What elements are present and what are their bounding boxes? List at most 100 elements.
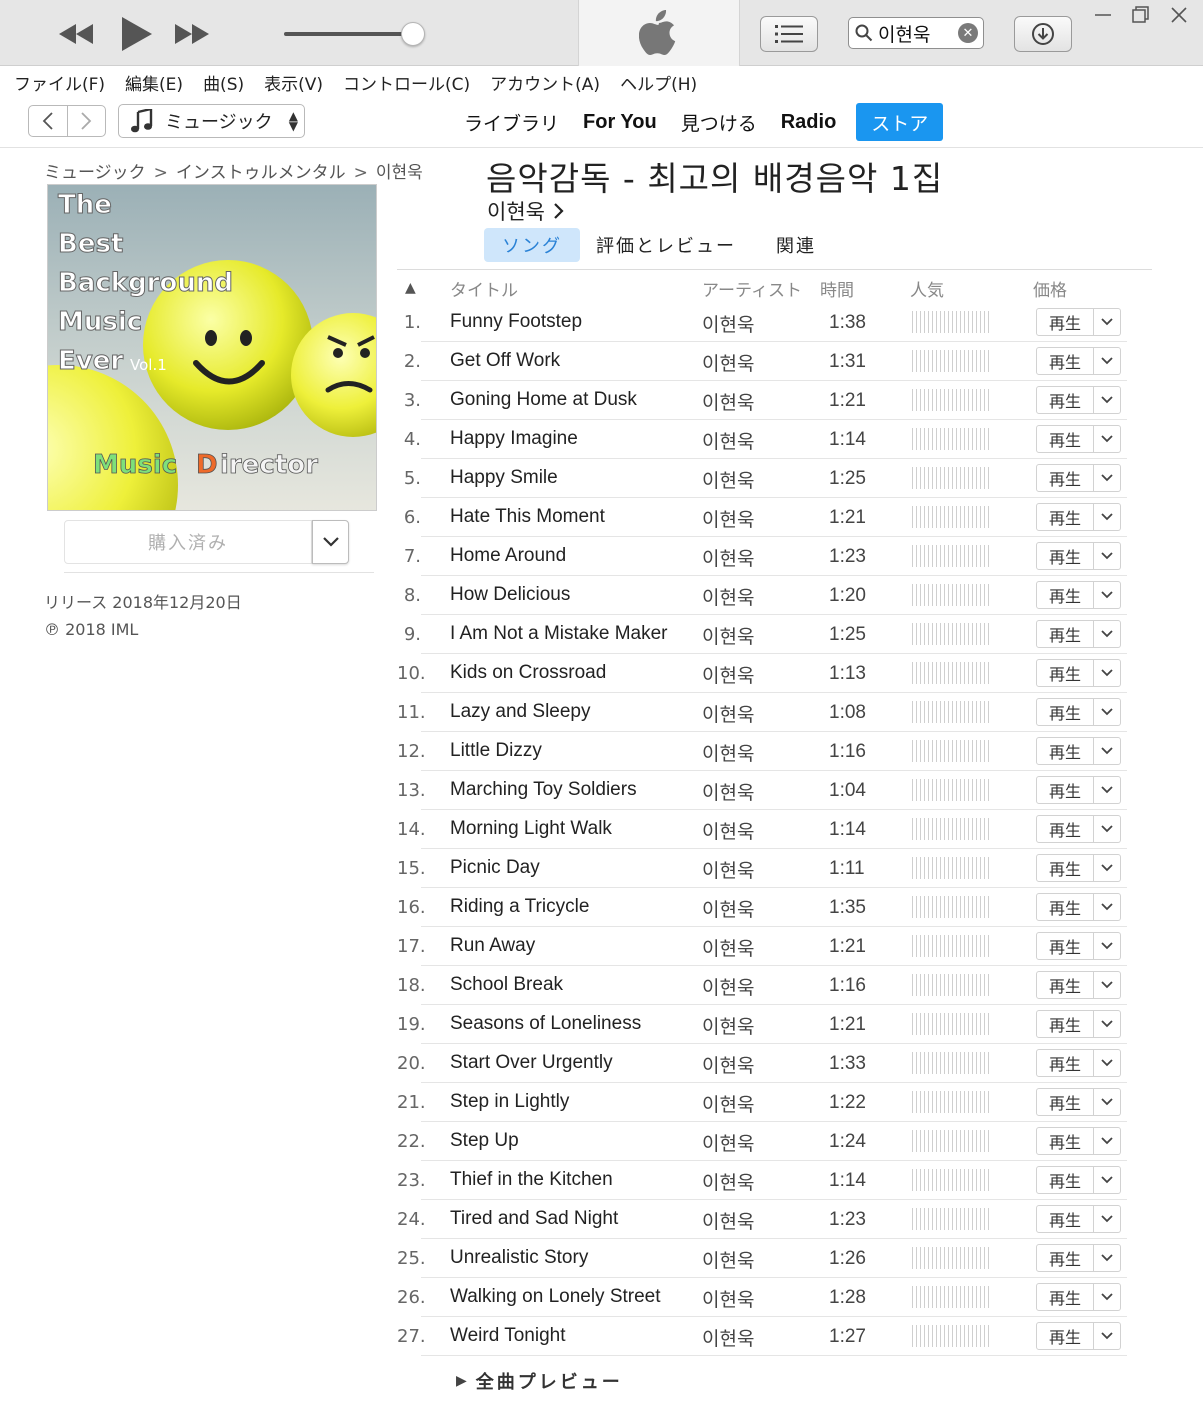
fast-forward-button[interactable] — [174, 20, 210, 48]
play-preview-button[interactable]: 再生 — [1036, 854, 1094, 882]
play-preview-button[interactable]: 再生 — [1036, 1244, 1094, 1272]
sort-indicator[interactable]: ▲ — [405, 280, 416, 296]
track-artist[interactable]: 이현욱 — [702, 1051, 754, 1078]
table-row[interactable]: 8. How Delicious 이현욱 1:20 再生 — [397, 576, 1127, 615]
track-options-button[interactable] — [1094, 815, 1121, 843]
track-options-button[interactable] — [1094, 503, 1121, 531]
play-preview-button[interactable]: 再生 — [1036, 815, 1094, 843]
track-artist[interactable]: 이현욱 — [702, 1168, 754, 1195]
track-options-button[interactable] — [1094, 932, 1121, 960]
column-artist[interactable]: アーティスト — [702, 276, 802, 301]
maximize-button[interactable] — [1126, 3, 1156, 27]
table-row[interactable]: 11. Lazy and Sleepy 이현욱 1:08 再生 — [397, 693, 1127, 732]
track-artist[interactable]: 이현욱 — [702, 583, 754, 610]
track-options-button[interactable] — [1094, 1205, 1121, 1233]
table-row[interactable]: 7. Home Around 이현욱 1:23 再生 — [397, 537, 1127, 576]
table-row[interactable]: 22. Step Up 이현욱 1:24 再生 — [397, 1122, 1127, 1161]
track-title[interactable]: Funny Footstep — [450, 311, 582, 333]
track-options-button[interactable] — [1094, 347, 1121, 375]
forward-button[interactable] — [68, 106, 106, 136]
album-artwork[interactable]: The Best Background Music Ever Vol.1 Mus… — [47, 184, 377, 511]
artist-link[interactable]: 이현욱 — [487, 196, 565, 226]
play-preview-button[interactable]: 再生 — [1036, 1283, 1094, 1311]
table-row[interactable]: 3. Goning Home at Dusk 이현욱 1:21 再生 — [397, 381, 1127, 420]
track-title[interactable]: Start Over Urgently — [450, 1052, 613, 1074]
track-title[interactable]: How Delicious — [450, 584, 570, 606]
breadcrumb-music[interactable]: ミュージック — [44, 163, 146, 183]
play-preview-button[interactable]: 再生 — [1036, 698, 1094, 726]
track-title[interactable]: Marching Toy Soldiers — [450, 779, 637, 801]
table-row[interactable]: 16. Riding a Tricycle 이현욱 1:35 再生 — [397, 888, 1127, 927]
table-row[interactable]: 6. Hate This Moment 이현욱 1:21 再生 — [397, 498, 1127, 537]
track-options-button[interactable] — [1094, 581, 1121, 609]
track-title[interactable]: I Am Not a Mistake Maker — [450, 623, 668, 645]
play-preview-button[interactable]: 再生 — [1036, 659, 1094, 687]
volume-knob[interactable] — [400, 22, 425, 46]
play-preview-button[interactable]: 再生 — [1036, 308, 1094, 336]
play-preview-button[interactable]: 再生 — [1036, 542, 1094, 570]
table-row[interactable]: 13. Marching Toy Soldiers 이현욱 1:04 再生 — [397, 771, 1127, 810]
tab-related[interactable]: 関連 — [776, 232, 836, 258]
track-title[interactable]: Weird Tonight — [450, 1325, 565, 1347]
play-preview-button[interactable]: 再生 — [1036, 737, 1094, 765]
track-title[interactable]: Step Up — [450, 1130, 519, 1152]
preview-all-button[interactable]: ▶ 全曲プレビュー — [456, 1368, 623, 1394]
clear-search-icon[interactable]: ✕ — [958, 23, 978, 43]
close-window-button[interactable] — [1164, 3, 1194, 27]
play-preview-button[interactable]: 再生 — [1036, 347, 1094, 375]
menu-view[interactable]: 表示(V) — [264, 70, 323, 95]
tab-store[interactable]: ストア — [856, 103, 944, 141]
track-artist[interactable]: 이현욱 — [702, 817, 754, 844]
track-artist[interactable]: 이현욱 — [702, 973, 754, 1000]
menu-song[interactable]: 曲(S) — [203, 70, 244, 95]
table-row[interactable]: 20. Start Over Urgently 이현욱 1:33 再生 — [397, 1044, 1127, 1083]
track-title[interactable]: Run Away — [450, 935, 535, 957]
play-preview-button[interactable]: 再生 — [1036, 1010, 1094, 1038]
track-title[interactable]: Goning Home at Dusk — [450, 389, 637, 411]
menu-edit[interactable]: 編集(E) — [125, 70, 183, 95]
play-preview-button[interactable]: 再生 — [1036, 1322, 1094, 1350]
play-preview-button[interactable]: 再生 — [1036, 1166, 1094, 1194]
track-artist[interactable]: 이현욱 — [702, 934, 754, 961]
track-artist[interactable]: 이현욱 — [702, 466, 754, 493]
table-row[interactable]: 24. Tired and Sad Night 이현욱 1:23 再生 — [397, 1200, 1127, 1239]
track-artist[interactable]: 이현욱 — [702, 1324, 754, 1351]
track-title[interactable]: Walking on Lonely Street — [450, 1286, 661, 1308]
track-options-button[interactable] — [1094, 1244, 1121, 1272]
track-options-button[interactable] — [1094, 1049, 1121, 1077]
breadcrumb-instrumental[interactable]: インストゥルメンタル — [176, 163, 346, 183]
tab-radio[interactable]: Radio — [769, 103, 849, 141]
track-artist[interactable]: 이현욱 — [702, 661, 754, 688]
tab-browse[interactable]: 見つける — [669, 103, 769, 141]
track-artist[interactable]: 이현욱 — [702, 1090, 754, 1117]
track-artist[interactable]: 이현욱 — [702, 856, 754, 883]
table-row[interactable]: 21. Step in Lightly 이현욱 1:22 再生 — [397, 1083, 1127, 1122]
track-title[interactable]: Lazy and Sleepy — [450, 701, 591, 723]
minimize-button[interactable] — [1088, 3, 1118, 27]
table-row[interactable]: 18. School Break 이현욱 1:16 再生 — [397, 966, 1127, 1005]
track-options-button[interactable] — [1094, 971, 1121, 999]
play-preview-button[interactable]: 再生 — [1036, 425, 1094, 453]
track-options-button[interactable] — [1094, 776, 1121, 804]
search-field[interactable]: ✕ — [848, 17, 984, 49]
tab-library[interactable]: ライブラリ — [452, 103, 571, 141]
track-artist[interactable]: 이현욱 — [702, 1246, 754, 1273]
track-title[interactable]: Unrealistic Story — [450, 1247, 588, 1269]
play-preview-button[interactable]: 再生 — [1036, 464, 1094, 492]
track-title[interactable]: Little Dizzy — [450, 740, 542, 762]
track-title[interactable]: Picnic Day — [450, 857, 540, 879]
track-options-button[interactable] — [1094, 659, 1121, 687]
media-kind-select[interactable]: ミュージック ▲ ▼ — [118, 104, 305, 138]
play-preview-button[interactable]: 再生 — [1036, 971, 1094, 999]
table-row[interactable]: 27. Weird Tonight 이현욱 1:27 再生 — [397, 1317, 1127, 1356]
up-next-button[interactable] — [760, 16, 818, 52]
tab-songs[interactable]: ソング — [484, 228, 580, 262]
search-input[interactable] — [878, 22, 952, 44]
play-preview-button[interactable]: 再生 — [1036, 1205, 1094, 1233]
play-preview-button[interactable]: 再生 — [1036, 581, 1094, 609]
track-artist[interactable]: 이현욱 — [702, 1129, 754, 1156]
track-options-button[interactable] — [1094, 620, 1121, 648]
table-row[interactable]: 5. Happy Smile 이현욱 1:25 再生 — [397, 459, 1127, 498]
tab-ratings-reviews[interactable]: 評価とレビュー — [596, 232, 756, 258]
play-preview-button[interactable]: 再生 — [1036, 893, 1094, 921]
